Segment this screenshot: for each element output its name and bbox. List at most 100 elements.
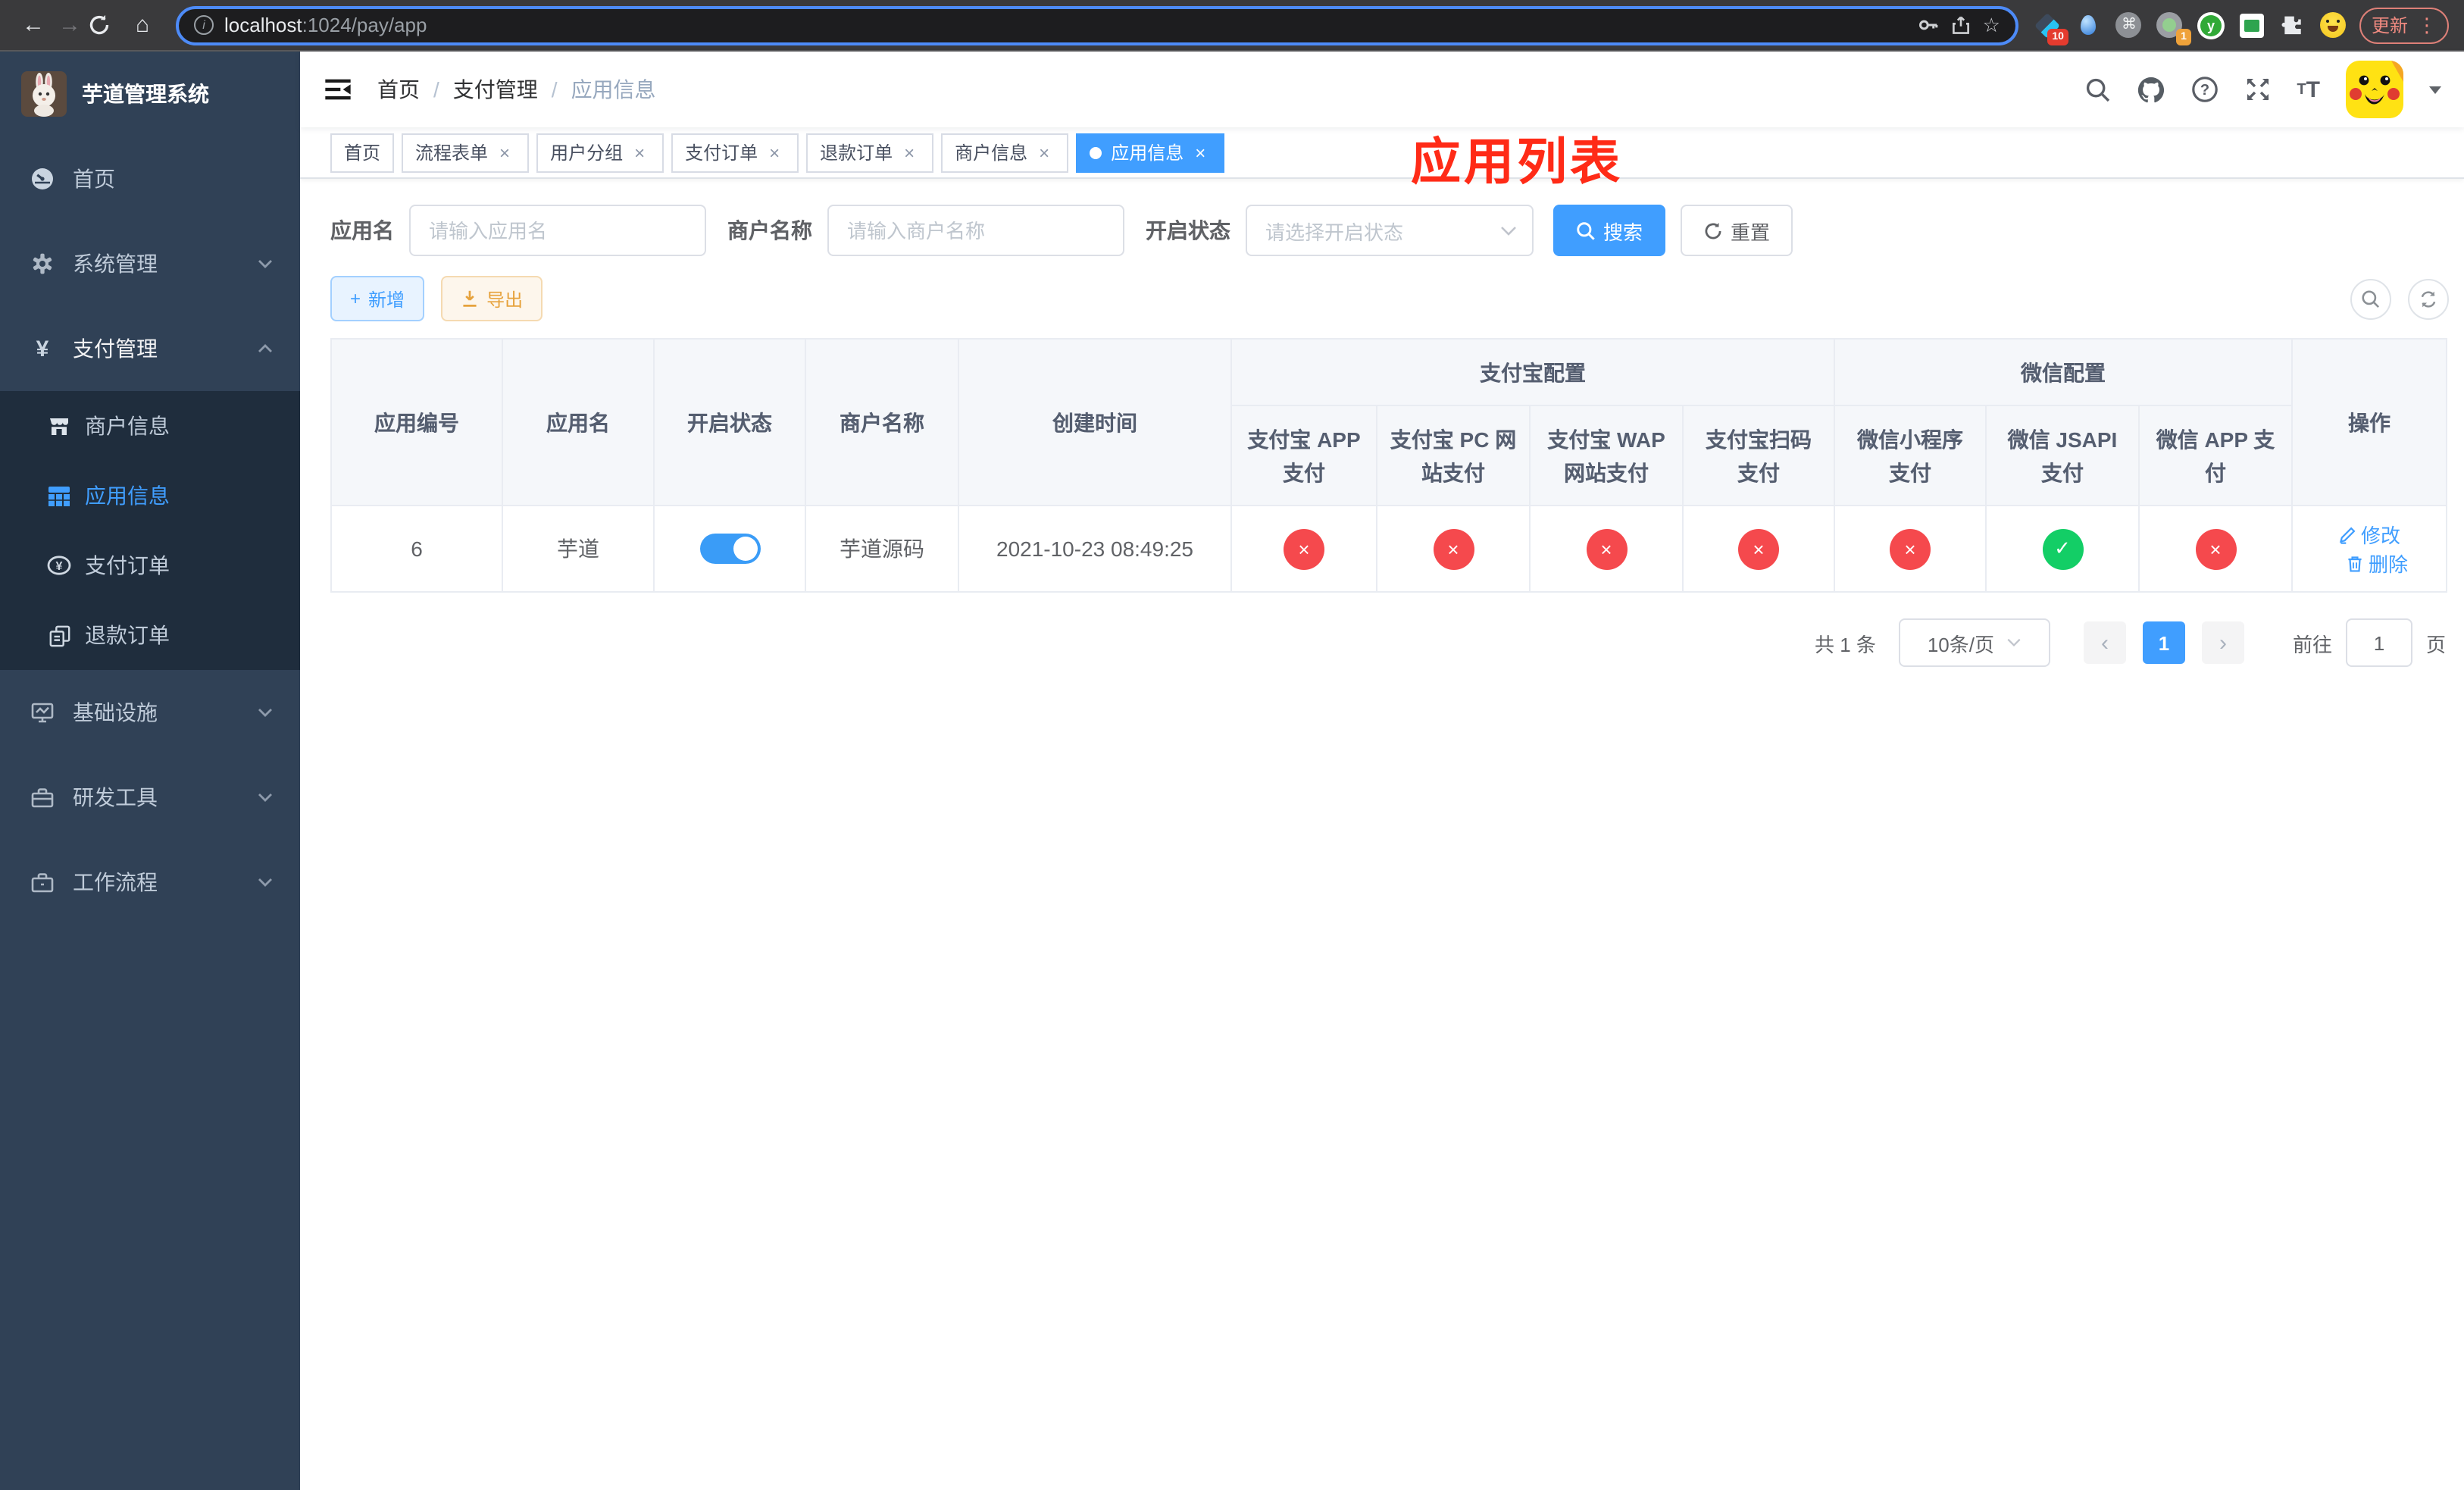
password-key-icon[interactable] — [1918, 14, 1940, 36]
search-button[interactable]: 搜索 — [1553, 205, 1666, 256]
prev-page-button[interactable]: ‹ — [2083, 621, 2126, 664]
app-name-input[interactable] — [409, 205, 706, 256]
breadcrumb-payment[interactable]: 支付管理 — [453, 74, 538, 105]
next-page-button[interactable]: › — [2201, 621, 2244, 664]
url-text[interactable]: localhost:1024/pay/app — [224, 14, 427, 36]
toggle-search-button[interactable] — [2350, 278, 2391, 319]
app-title: 芋道管理系统 — [82, 82, 209, 106]
sidebar-item-system[interactable]: 系统管理 — [0, 221, 300, 306]
merchant-name-input[interactable] — [827, 205, 1124, 256]
col-wechat-mini: 微信小程序支付 — [1834, 405, 1987, 506]
browser-menu-icon[interactable]: ⋮ — [2417, 13, 2437, 37]
sidebar-item-payment[interactable]: ¥ 支付管理 — [0, 306, 300, 391]
extension-recorder-icon[interactable]: 1 — [2156, 11, 2191, 45]
sidebar-collapse-icon[interactable] — [323, 74, 353, 105]
edit-link[interactable]: 修改 — [2338, 520, 2400, 549]
search-icon[interactable] — [2084, 77, 2110, 102]
status-select[interactable]: 请选择开启状态 — [1246, 205, 1534, 256]
group-alipay: 支付宝配置 — [1230, 338, 1835, 406]
app-logo[interactable]: 芋道管理系统 — [0, 52, 300, 136]
extension-diamond-icon[interactable]: 10 — [2034, 11, 2068, 45]
col-wechat-app: 微信 APP 支付 — [2137, 405, 2294, 506]
tab-pay-order[interactable]: 支付订单 × — [671, 133, 799, 172]
tab-user-group[interactable]: 用户分组 × — [536, 133, 664, 172]
current-page-button[interactable]: 1 — [2142, 621, 2185, 664]
chevron-down-icon — [258, 259, 273, 268]
address-bar[interactable]: i localhost:1024/pay/app ☆ — [176, 5, 2018, 45]
chevron-down-icon — [1501, 226, 1516, 235]
sidebar-item-merchant-info[interactable]: 商户信息 — [0, 391, 300, 461]
cell-app-id: 6 — [330, 505, 503, 593]
browser-reload-icon[interactable] — [88, 14, 124, 36]
extension-command-icon[interactable]: ⌘ — [2115, 11, 2143, 39]
sidebar-item-home[interactable]: 首页 — [0, 136, 300, 221]
extension-icons: 10 ⌘ 1 y — [2034, 11, 2347, 45]
browser-toolbar: ← → ⌂ i localhost:1024/pay/app ☆ 10 ⌘ 1 … — [0, 0, 2464, 52]
goto-page-input[interactable] — [2345, 618, 2412, 667]
help-icon[interactable]: ? — [2190, 76, 2218, 103]
sidebar-item-pay-order[interactable]: ¥ 支付订单 — [0, 531, 300, 600]
cell-actions: 修改 删除 — [2291, 505, 2448, 593]
close-icon[interactable]: × — [764, 142, 785, 163]
browser-forward-icon[interactable]: → — [52, 12, 88, 38]
wechat-app-status-icon: × — [2195, 528, 2236, 569]
browser-back-icon[interactable]: ← — [15, 12, 52, 38]
tab-process-form[interactable]: 流程表单 × — [402, 133, 530, 172]
site-info-icon[interactable]: i — [194, 15, 214, 35]
tab-refund-order[interactable]: 退款订单 × — [806, 133, 934, 172]
sidebar-item-refund-order[interactable]: 退款订单 — [0, 600, 300, 670]
screen: ← → ⌂ i localhost:1024/pay/app ☆ 10 ⌘ 1 … — [0, 0, 2464, 1490]
pagination: 共 1 条 10条/页 ‹ 1 › 前往 页 — [330, 618, 2446, 667]
browser-home-icon[interactable]: ⌂ — [124, 12, 161, 38]
close-icon[interactable]: × — [1190, 142, 1211, 163]
tab-merchant-info[interactable]: 商户信息 × — [941, 133, 1069, 172]
enabled-switch[interactable] — [699, 534, 760, 564]
reset-button[interactable]: 重置 — [1681, 205, 1793, 256]
user-avatar[interactable] — [2346, 61, 2403, 118]
col-alipay-pc: 支付宝 PC 网站支付 — [1376, 405, 1531, 506]
alipay-qr-status-icon: × — [1738, 528, 1779, 569]
export-button[interactable]: 导出 — [441, 276, 543, 321]
col-alipay-qr: 支付宝扫码支付 — [1682, 405, 1835, 506]
cell-created: 2021-10-23 08:49:25 — [958, 505, 1232, 593]
status-label: 开启状态 — [1146, 218, 1230, 243]
wechat-jsapi-status-icon: ✓ — [2042, 528, 2083, 569]
add-button[interactable]: + 新增 — [330, 276, 425, 321]
sidebar-item-infrastructure[interactable]: 基础设施 — [0, 670, 300, 755]
close-icon[interactable]: × — [494, 142, 515, 163]
sidebar-item-dev-tools[interactable]: 研发工具 — [0, 755, 300, 840]
group-wechat: 微信配置 — [1833, 338, 2294, 406]
extension-balloon-icon[interactable] — [2075, 11, 2102, 39]
extension-chart-icon[interactable] — [2238, 11, 2265, 39]
close-icon[interactable]: × — [1033, 142, 1055, 163]
tab-app-info[interactable]: 应用信息 × — [1076, 133, 1225, 172]
plus-icon: + — [350, 288, 361, 309]
share-icon[interactable] — [1951, 14, 1972, 36]
close-icon[interactable]: × — [629, 142, 650, 163]
col-status: 开启状态 — [653, 338, 806, 506]
sidebar-item-workflow[interactable]: 工作流程 — [0, 840, 300, 925]
breadcrumb-home[interactable]: 首页 — [377, 74, 420, 105]
github-icon[interactable] — [2136, 75, 2165, 104]
sidebar-item-app-info[interactable]: 应用信息 — [0, 461, 300, 531]
refresh-table-button[interactable] — [2408, 278, 2449, 319]
alipay-app-status-icon: × — [1284, 528, 1324, 569]
tab-home[interactable]: 首页 — [330, 133, 395, 172]
extension-y-icon[interactable]: y — [2197, 11, 2225, 39]
download-icon — [463, 290, 477, 307]
avatar-caret-icon[interactable] — [2429, 86, 2441, 93]
svg-text:?: ? — [2200, 82, 2209, 99]
delete-link[interactable]: 删除 — [2346, 549, 2408, 578]
page-size-select[interactable]: 10条/页 — [1898, 618, 2050, 667]
profile-avatar-icon[interactable] — [2320, 11, 2347, 39]
bookmark-star-icon[interactable]: ☆ — [1983, 13, 2000, 37]
sidebar-item-label: 应用信息 — [85, 484, 170, 508]
browser-update-button[interactable]: 更新 ⋮ — [2359, 7, 2449, 43]
close-icon[interactable]: × — [899, 142, 920, 163]
sidebar-item-label: 支付订单 — [85, 553, 170, 578]
chevron-down-icon — [258, 708, 273, 717]
dashboard-icon — [30, 167, 55, 191]
fullscreen-icon[interactable] — [2244, 76, 2271, 103]
font-size-icon[interactable]: TT — [2297, 77, 2320, 102]
extensions-puzzle-icon[interactable] — [2279, 11, 2306, 39]
